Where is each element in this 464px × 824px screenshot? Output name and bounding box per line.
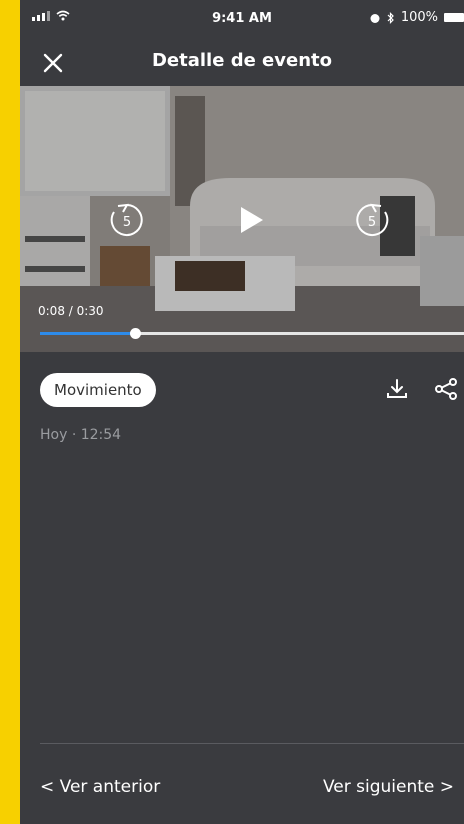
bluetooth-icon <box>387 11 394 24</box>
battery-icon <box>444 13 464 22</box>
app-screen: 9:41 AM 100% Detalle de evento 5 5 0:08 … <box>20 0 464 824</box>
play-icon[interactable] <box>239 205 265 235</box>
rewind-icon[interactable]: 5 <box>108 201 146 239</box>
video-time: 0:08 / 0:30 <box>38 304 104 318</box>
video-player[interactable]: 5 5 0:08 / 0:30 <box>20 86 464 352</box>
rewind-seconds: 5 <box>123 215 131 230</box>
event-type-badge: Movimiento <box>40 373 156 407</box>
status-right: 100% <box>369 10 464 25</box>
alarm-icon <box>370 13 380 23</box>
video-progress-fill <box>40 332 136 335</box>
battery-percent: 100% <box>400 10 438 25</box>
footer-divider <box>40 743 464 744</box>
next-event-link[interactable]: Ver siguiente > <box>323 777 454 797</box>
share-icon[interactable] <box>431 374 461 404</box>
video-progress-bar[interactable] <box>40 328 464 339</box>
status-bar: 9:41 AM 100% <box>20 0 464 40</box>
page-title: Detalle de evento <box>151 50 332 71</box>
download-icon[interactable] <box>382 374 412 404</box>
forward-icon[interactable]: 5 <box>353 201 391 239</box>
event-timestamp: Hoy · 12:54 <box>40 427 122 443</box>
nav-bar: Detalle de evento <box>20 40 464 86</box>
previous-event-link[interactable]: < Ver anterior <box>40 777 160 797</box>
forward-seconds: 5 <box>368 215 376 230</box>
